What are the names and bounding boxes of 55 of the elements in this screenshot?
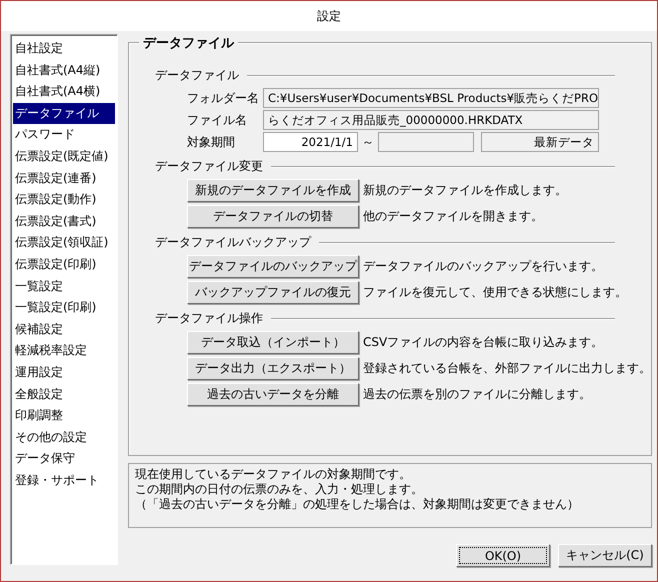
sidebar-item[interactable]: 候補設定 [13, 318, 115, 340]
sidebar-item[interactable]: 伝票設定(既定値) [13, 146, 115, 168]
sidebar-item[interactable]: データ保守 [13, 448, 115, 470]
section-title: データファイル変更 [155, 158, 263, 175]
dialog-button[interactable]: キャンセル(C) [558, 544, 652, 567]
field-label: ファイル名 [187, 112, 248, 128]
sidebar-item[interactable]: 一覧設定 [13, 276, 115, 298]
field-label: フォルダー名 [187, 90, 260, 106]
sidebar-item[interactable]: 自社書式(A4縦) [13, 60, 115, 82]
section-title: データファイルバックアップ [155, 234, 311, 251]
action-description: CSVファイルの内容を台帳に取り込みます。 [363, 334, 604, 351]
section-title: データファイル [155, 67, 239, 84]
action-button[interactable]: データ出力（エクスポート） [187, 357, 359, 380]
text-field[interactable]: 最新データ [481, 132, 599, 152]
sidebar-item[interactable]: 伝票設定(動作) [13, 189, 115, 211]
window-title: 設定 [317, 8, 341, 24]
action-description: 他のデータファイルを開きます。 [363, 208, 543, 225]
range-separator: ～ [361, 134, 375, 150]
sidebar-item[interactable]: 軽減税率設定 [13, 340, 115, 362]
action-description: 登録されている台帳を、外部ファイルに出力します。 [363, 360, 651, 377]
action-button[interactable]: データファイルの切替 [187, 205, 359, 228]
action-button[interactable]: 過去の古いデータを分離 [187, 383, 359, 406]
action-description: データファイルのバックアップを行います。 [363, 258, 603, 275]
dialog-button[interactable]: OK(O) [456, 544, 550, 567]
text-field[interactable]: らくだオフィス用品販売_00000000.HRKDATX [263, 110, 599, 130]
sidebar-item[interactable]: パスワード [13, 124, 115, 146]
group-title: データファイル [139, 34, 238, 52]
sidebar-item[interactable]: その他の設定 [13, 426, 115, 448]
action-description: ファイルを復元して、使用できる状態にします。 [363, 284, 627, 301]
action-button[interactable]: データファイルのバックアップ [187, 255, 359, 278]
sidebar-item[interactable]: 伝票設定(領収証) [13, 232, 115, 254]
action-description: 新規のデータファイルを作成します。 [363, 182, 567, 199]
sidebar-item[interactable]: 伝票設定(連番) [13, 168, 115, 190]
sidebar-item[interactable]: 伝票設定(書式) [13, 210, 115, 232]
sidebar-item[interactable]: 登録・サポート [13, 470, 115, 492]
action-button[interactable]: バックアップファイルの復元 [187, 281, 359, 304]
date-field[interactable] [378, 132, 474, 152]
sidebar-item[interactable]: データファイル [13, 102, 115, 124]
help-text: 現在使用しているデータファイルの対象期間です。 [135, 467, 412, 482]
sidebar-item[interactable]: 自社書式(A4横) [13, 81, 115, 103]
action-button[interactable]: データ取込（インポート） [187, 331, 359, 354]
sidebar-item[interactable]: 運用設定 [13, 362, 115, 384]
sidebar-item[interactable]: 全般設定 [13, 384, 115, 406]
sidebar-item[interactable]: 自社設定 [13, 38, 115, 60]
text-field[interactable]: C:¥Users¥user¥Documents¥BSL Products¥販売らくだPRO [263, 88, 599, 108]
help-text: この期間内の日付の伝票のみを、入力・処理します。 [135, 482, 424, 497]
sidebar-item[interactable]: 一覧設定(印刷) [13, 297, 115, 319]
help-text: （「過去の古いデータを分離」の処理をした場合は、対象期間は変更できません） [135, 497, 580, 512]
section-title: データファイル操作 [155, 310, 263, 327]
field-label: 対象期間 [187, 134, 236, 150]
sidebar-item[interactable]: 印刷調整 [13, 405, 115, 427]
action-button[interactable]: 新規のデータファイルを作成 [187, 179, 359, 202]
date-field[interactable]: 2021/1/1 [263, 132, 358, 152]
action-description: 過去の伝票を別のファイルに分離します。 [363, 386, 591, 403]
sidebar-item[interactable]: 伝票設定(印刷) [13, 254, 115, 276]
